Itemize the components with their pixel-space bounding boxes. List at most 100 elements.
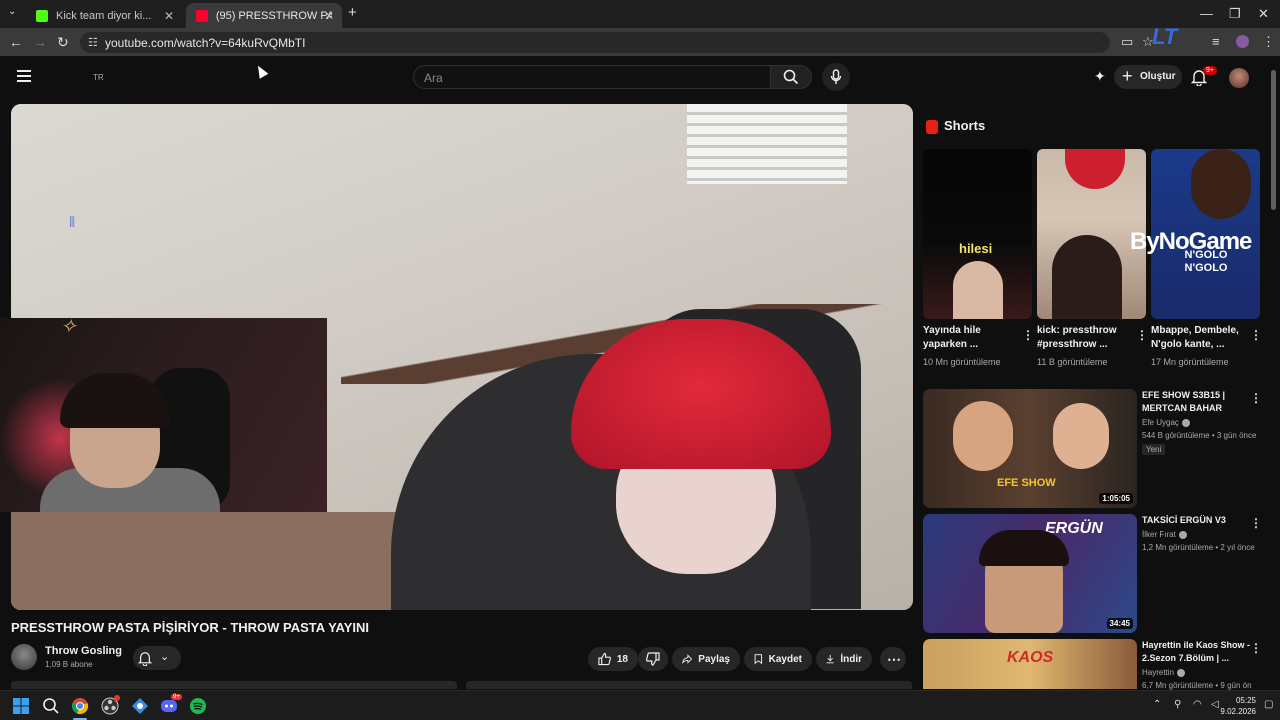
short-title[interactable]: Yayında hile yaparken ... <box>923 324 1023 352</box>
create-button[interactable]: + Oluştur <box>1114 65 1182 89</box>
premium-gift-icon[interactable]: ✦ <box>1094 68 1106 85</box>
tab-search-icon[interactable]: ⌄ <box>8 6 16 17</box>
voice-search-button[interactable] <box>822 63 850 91</box>
close-tab-icon[interactable]: ✕ <box>164 9 174 23</box>
account-avatar[interactable] <box>1229 68 1249 88</box>
recommendation-title[interactable]: Hayrettin ile Kaos Show - 2.Sezon 7.Bölü… <box>1142 639 1254 665</box>
recommendation-thumbnail[interactable]: KAOS <box>923 639 1137 689</box>
short-more-icon[interactable]: ⋮ <box>1136 328 1148 342</box>
site-info-icon[interactable]: ☷ <box>88 36 98 49</box>
close-tab-icon[interactable]: ✕ <box>324 9 334 23</box>
short-more-icon[interactable]: ⋮ <box>1022 328 1034 342</box>
new-badge: Yeni <box>1142 444 1166 455</box>
video-duration: 34:45 <box>1106 618 1133 629</box>
neon-sign-icon: ✧ <box>60 318 77 338</box>
kick-favicon-icon <box>36 9 48 22</box>
thumbs-down-icon <box>646 652 660 666</box>
channel-avatar[interactable] <box>11 644 37 670</box>
notification-center-icon[interactable]: ▢ <box>1264 699 1273 710</box>
channel-text: Hayrettin <box>1142 668 1175 677</box>
discord-badge: 9+ <box>171 694 182 700</box>
channel-text: İlker Fırat <box>1142 530 1176 539</box>
recommendation-channel[interactable]: Hayrettin <box>1142 668 1186 677</box>
chevron-down-icon: ⌄ <box>160 651 170 663</box>
forward-icon[interactable]: → <box>33 34 47 50</box>
recommendation-channel[interactable]: İlker Fırat <box>1142 530 1187 539</box>
recommendation-title[interactable]: EFE SHOW S3B15 | MERTCAN BAHAR <box>1142 389 1254 415</box>
maximize-icon[interactable]: ❐ <box>1229 6 1241 22</box>
browser-tab-bar: ⌄ Kick team diyor ki... ✕ (95) PRESSTHRO… <box>0 0 1280 28</box>
like-button[interactable]: 18 <box>588 647 638 671</box>
short-title[interactable]: kick: pressthrow #pressthrow ... <box>1037 324 1137 352</box>
new-tab-icon[interactable]: + <box>348 4 357 21</box>
like-count: 18 <box>616 653 628 665</box>
short-title[interactable]: Mbappe, Dembele, N'golo kante, ... <box>1151 324 1251 352</box>
tab-youtube[interactable]: (95) PRESSTHROW PASTA PİŞİRİ ✕ <box>186 3 342 28</box>
taskbar-search-icon[interactable] <box>42 697 60 715</box>
profile-avatar[interactable] <box>1236 35 1249 48</box>
url-field[interactable]: ☷ youtube.com/watch?v=64kuRvQMbTI <box>80 32 1110 53</box>
short-views: 17 Mn görüntüleme <box>1151 357 1229 367</box>
thumb-overlay-text: KAOS <box>1007 649 1054 666</box>
page-scrollbar[interactable] <box>1270 60 1276 688</box>
clock-date: 9.02.2026 <box>1220 707 1256 716</box>
recommendation-title[interactable]: TAKSİCİ ERGÜN V3 <box>1142 514 1254 527</box>
tab-title: (95) PRESSTHROW PASTA PİŞİRİ <box>215 9 332 22</box>
scrollbar-thumb[interactable] <box>1271 70 1276 210</box>
minimize-icon[interactable]: — <box>1200 6 1213 21</box>
microphone-tray-icon[interactable]: ⚲ <box>1174 699 1181 710</box>
channel-text: Efe Uygaç <box>1142 418 1179 427</box>
spotify-icon[interactable] <box>189 697 207 715</box>
description-box-edge <box>11 681 457 689</box>
search-placeholder: Ara <box>424 71 443 85</box>
close-window-icon[interactable]: ✕ <box>1258 6 1269 22</box>
back-icon[interactable]: ← <box>9 34 23 50</box>
browser-menu-icon[interactable]: ⋮ <box>1262 34 1275 50</box>
recommendation-more-icon[interactable]: ⋮ <box>1250 641 1262 655</box>
search-button[interactable] <box>770 65 812 89</box>
recommendation-more-icon[interactable]: ⋮ <box>1250 391 1262 405</box>
webcam-overlay: ✧ <box>0 318 327 512</box>
channel-name[interactable]: Throw Gosling <box>45 645 122 657</box>
system-clock[interactable]: 05:25 9.02.2026 <box>1220 695 1256 717</box>
reload-icon[interactable]: ↻ <box>57 34 69 51</box>
thumbs-up-icon <box>598 652 611 666</box>
recommendation-thumbnail[interactable]: ERGÜN 34:45 <box>923 514 1137 633</box>
download-button[interactable]: İndir <box>816 647 872 671</box>
guide-menu-icon[interactable] <box>17 70 31 82</box>
youtube-header: TR Ara ✦ + Oluştur 9+ <box>0 56 1268 100</box>
windows-taskbar: 9+ ⌃ ⚲ ◠ ◁ 05:25 9.02.2026 ▢ <box>0 690 1280 720</box>
share-button[interactable]: Paylaş <box>672 647 740 671</box>
tab-title: Kick team diyor ki... <box>56 9 152 22</box>
cast-icon[interactable]: ▭ <box>1121 34 1133 50</box>
recommendation-more-icon[interactable]: ⋮ <box>1250 516 1262 530</box>
recommendation-channel[interactable]: Efe Uygaç <box>1142 418 1190 427</box>
verified-check-icon <box>1178 530 1187 539</box>
network-app-icon[interactable] <box>131 697 149 715</box>
reading-list-icon[interactable]: ≡ <box>1212 34 1220 49</box>
recommendation-thumbnail[interactable]: EFE SHOW 1:05:05 <box>923 389 1137 508</box>
short-more-icon[interactable]: ⋮ <box>1250 328 1262 342</box>
chrome-icon[interactable] <box>71 697 89 715</box>
short-views: 11 B görüntüleme <box>1037 357 1108 367</box>
tab-kick[interactable]: Kick team diyor ki... ✕ <box>26 3 182 28</box>
thumb-hair <box>979 530 1069 566</box>
save-label: Kaydet <box>768 653 802 665</box>
save-button[interactable]: Kaydet <box>744 647 812 671</box>
dislike-button[interactable] <box>638 647 668 671</box>
more-horizontal-icon: ⋯ <box>887 650 901 667</box>
subscription-bell-button[interactable]: ⌄ <box>133 646 181 670</box>
short-face <box>953 261 1003 319</box>
subscriber-count: 1,09 B abone <box>45 660 93 669</box>
region-code: TR <box>93 73 104 82</box>
download-label: İndir <box>840 653 862 665</box>
tray-overflow-icon[interactable]: ⌃ <box>1153 699 1161 710</box>
volume-icon[interactable]: ◁ <box>1211 699 1219 710</box>
windows-start-icon[interactable] <box>12 697 30 715</box>
wifi-icon[interactable]: ◠ <box>1193 699 1202 710</box>
short-thumbnail[interactable]: hilesi <box>923 149 1032 319</box>
search-input[interactable]: Ara <box>413 65 770 89</box>
short-face <box>1191 149 1251 219</box>
share-arrow-icon <box>682 654 693 664</box>
more-actions-button[interactable]: ⋯ <box>880 647 906 671</box>
